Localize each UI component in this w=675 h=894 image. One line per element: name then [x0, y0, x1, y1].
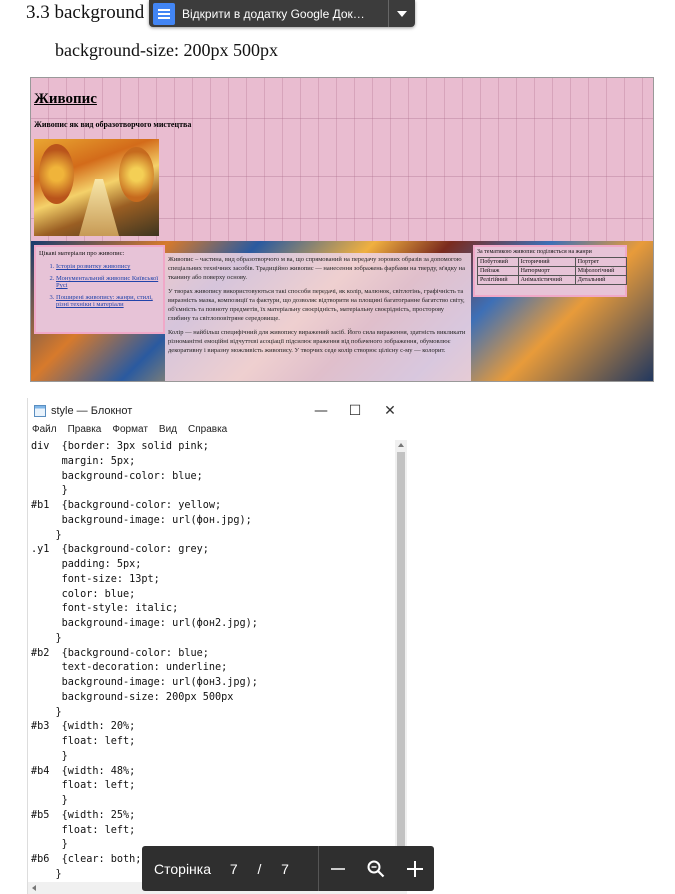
- code-line: color: blue;: [31, 588, 136, 600]
- scroll-left-arrow-icon[interactable]: [32, 885, 36, 891]
- close-button[interactable]: ✕: [373, 398, 407, 424]
- notepad-titlebar[interactable]: style — Блокнот — ☐ ✕: [28, 398, 408, 424]
- table-cell: Пейзаж: [477, 266, 519, 276]
- document-heading: 3.3 background: [26, 2, 145, 23]
- code-line: }: [31, 706, 62, 718]
- article-paragraph: Колір — найбільш специфічний для живопис…: [168, 329, 466, 354]
- link-item[interactable]: Історія розвитку живопису: [56, 263, 160, 270]
- menu-file[interactable]: Файл: [32, 424, 57, 438]
- table-cell: Релігійний: [477, 275, 519, 285]
- article-paragraph: У творах живопису використовуються такі …: [168, 288, 465, 322]
- code-line: }: [31, 485, 68, 497]
- genres-column: За тематикою живопис поділяється на жанр…: [473, 245, 628, 297]
- code-line: .y1 {background-color: grey;: [31, 544, 209, 556]
- link-item[interactable]: Поширені живопису: жанри, стилі, різні т…: [56, 294, 160, 308]
- webpage-screenshot: Живопис Живопис як вид образотворчого ми…: [30, 77, 654, 382]
- code-line: background-image: url(фон2.jpg);: [31, 618, 258, 629]
- code-line: font-style: italic;: [31, 603, 179, 615]
- minimize-button[interactable]: —: [304, 398, 338, 424]
- google-docs-icon: [153, 2, 175, 25]
- notepad-menubar: Файл Правка Формат Вид Справка: [28, 424, 408, 438]
- zoom-reset-button[interactable]: [357, 846, 395, 891]
- open-in-google-docs-button[interactable]: Відкрити в додатку Google Док…: [149, 0, 415, 27]
- code-line: div {border: 3px solid pink;: [31, 441, 209, 452]
- table-cell: Портрет: [574, 257, 628, 267]
- code-line: margin: 5px;: [31, 455, 136, 467]
- code-line: #b2 {background-color: blue;: [31, 647, 209, 659]
- genres-table: Побутовий Історичний Портрет Пейзаж Натю…: [477, 257, 628, 285]
- code-line: #b1 {background-color: yellow;: [31, 500, 222, 511]
- code-line: }: [31, 795, 68, 806]
- code-line: #b3 {width: 20%;: [31, 721, 136, 733]
- code-line: text-decoration: underline;: [31, 662, 228, 674]
- page-label: Сторінка: [154, 860, 211, 877]
- link-item[interactable]: Монументальний живопис Київської Русі: [56, 275, 160, 289]
- notepad-title: style — Блокнот: [51, 405, 133, 417]
- code-line: }: [31, 750, 68, 762]
- header-block: Живопис Живопис як вид образотворчого ми…: [31, 78, 653, 241]
- maximize-button[interactable]: ☐: [338, 398, 372, 424]
- minus-icon: [330, 867, 345, 870]
- code-line: background-size: 200px 500px: [31, 691, 234, 703]
- code-line: padding: 5px;: [31, 559, 142, 570]
- table-cell: Побутовий: [477, 257, 519, 267]
- code-line: }: [31, 632, 62, 644]
- content-area: Цікаві матеріали про живопис: Історія ро…: [31, 241, 653, 381]
- plus-icon: [406, 860, 423, 877]
- genres-heading: За тематикою живопис поділяється на жанр…: [477, 249, 592, 255]
- code-line: font-size: 13pt;: [31, 573, 160, 585]
- links-heading: Цікаві матеріали про живопис:: [39, 250, 125, 257]
- total-pages: 7: [281, 860, 289, 877]
- autumn-painting-image: [34, 139, 159, 236]
- table-cell: Міфологічний: [574, 266, 628, 276]
- table-row: Релігійний Анімалістичний Детальний: [477, 275, 628, 285]
- code-line: float: left;: [31, 736, 136, 747]
- code-line: #b5 {width: 25%;: [31, 809, 136, 821]
- notepad-icon: [34, 405, 46, 417]
- links-column: Цікаві матеріали про живопис: Історія ро…: [34, 245, 165, 334]
- article-paragraph: Живопис – частина, вид образотворчого м …: [168, 256, 466, 281]
- table-row: Побутовий Історичний Портрет: [477, 257, 628, 267]
- table-cell: Анімалістичний: [517, 275, 576, 285]
- zoom-in-button[interactable]: [396, 846, 434, 891]
- table-cell: Історичний: [517, 257, 576, 267]
- code-line: #b4 {width: 48%;: [31, 765, 136, 777]
- table-row: Пейзаж Натюрморт Міфологічний: [477, 266, 628, 276]
- scrollbar-thumb[interactable]: [397, 452, 405, 847]
- chevron-down-icon[interactable]: [389, 10, 415, 17]
- site-title: Живопис: [34, 91, 97, 107]
- table-cell: Детальний: [574, 275, 628, 285]
- menu-help[interactable]: Справка: [188, 424, 227, 438]
- vertical-scrollbar[interactable]: [395, 440, 407, 894]
- code-line: }: [31, 529, 62, 541]
- zoom-out-button[interactable]: [319, 846, 357, 891]
- code-line: float: left;: [31, 780, 136, 792]
- page-navigation-bar: Сторінка 7 / 7: [142, 846, 434, 891]
- page-separator: /: [257, 860, 262, 877]
- article-column: Живопис – частина, вид образотворчого м …: [165, 253, 471, 381]
- table-cell: Натюрморт: [517, 266, 576, 276]
- code-line: background-color: blue;: [31, 470, 203, 482]
- code-line: float: left;: [31, 824, 136, 836]
- notepad-text-area[interactable]: div {border: 3px solid pink; margin: 5px…: [31, 440, 393, 883]
- open-in-docs-label: Відкрити в додатку Google Док…: [182, 6, 365, 21]
- menu-format[interactable]: Формат: [112, 424, 148, 438]
- document-text-line: background-size: 200px 500px: [55, 40, 278, 60]
- code-line: background-image: url(фон.jpg);: [31, 514, 252, 526]
- site-subtitle: Живопис як вид образотворчого мистецтва: [34, 120, 192, 129]
- code-line: background-image: url(фон3.jpg);: [31, 677, 258, 688]
- menu-view[interactable]: Вид: [159, 424, 177, 438]
- notepad-window: style — Блокнот — ☐ ✕ Файл Правка Формат…: [27, 398, 407, 894]
- magnifier-icon: [367, 860, 385, 877]
- menu-edit[interactable]: Правка: [68, 424, 102, 438]
- scroll-up-arrow-icon[interactable]: [398, 443, 404, 447]
- current-page-input[interactable]: 7: [215, 861, 252, 877]
